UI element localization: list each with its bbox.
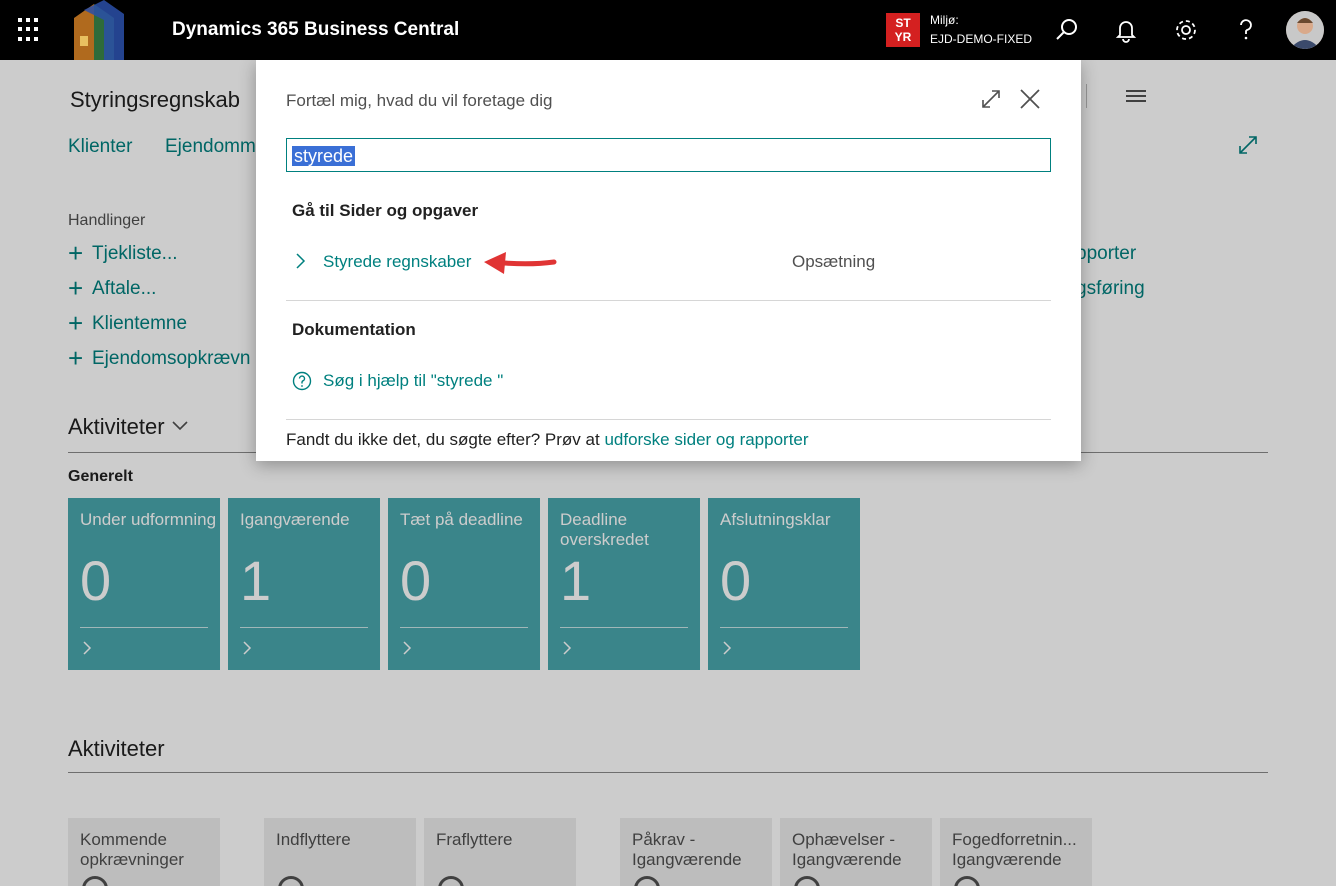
dialog-divider: [286, 419, 1051, 420]
env-badge-line-1: ST: [895, 16, 911, 30]
close-icon[interactable]: [1019, 88, 1041, 110]
search-icon[interactable]: [1053, 16, 1081, 44]
environment-label: Miljø:: [930, 13, 959, 27]
documentation-heading: Dokumentation: [292, 320, 416, 339]
company-logo[interactable]: [70, 0, 126, 60]
chevron-right-icon: [296, 253, 306, 269]
search-input-value: styrede: [292, 146, 356, 166]
dialog-title: Fortæl mig, hvad du vil foretage dig: [286, 91, 553, 110]
search-input[interactable]: styrede: [286, 138, 1051, 172]
avatar[interactable]: [1286, 11, 1324, 49]
gear-icon[interactable]: [1172, 16, 1200, 44]
question-circle-icon: [292, 371, 312, 391]
expand-icon[interactable]: [980, 88, 1002, 110]
env-badge-line-2: YR: [894, 30, 912, 44]
environment-badge: ST YR: [886, 13, 920, 47]
dialog-divider: [286, 300, 1051, 301]
dialog-footer: Fandt du ikke det, du søgte efter? Prøv …: [286, 430, 809, 450]
pages-group-heading: Gå til Sider og opgaver: [292, 201, 479, 220]
red-arrow-annotation: [484, 252, 557, 274]
result-category: Opsætning: [792, 252, 876, 271]
environment-name: EJD-DEMO-FIXED: [930, 32, 1032, 46]
result-styrede-regnskaber[interactable]: Styrede regnskaber: [323, 252, 471, 272]
bell-icon[interactable]: [1112, 16, 1140, 44]
tell-me-dialog: Fortæl mig, hvad du vil foretage dig sty…: [256, 60, 1081, 461]
search-help-link[interactable]: Søg i hjælp til "styrede ": [323, 371, 503, 391]
footer-prefix: Fandt du ikke det, du søgte efter? Prøv …: [286, 430, 605, 449]
explore-pages-link[interactable]: udforske sider og rapporter: [604, 430, 808, 449]
waffle-icon[interactable]: [18, 18, 42, 42]
top-bar: Dynamics 365 Business Central ST YR Milj…: [0, 0, 1336, 60]
help-icon[interactable]: [1232, 16, 1260, 44]
app-title[interactable]: Dynamics 365 Business Central: [172, 19, 459, 41]
